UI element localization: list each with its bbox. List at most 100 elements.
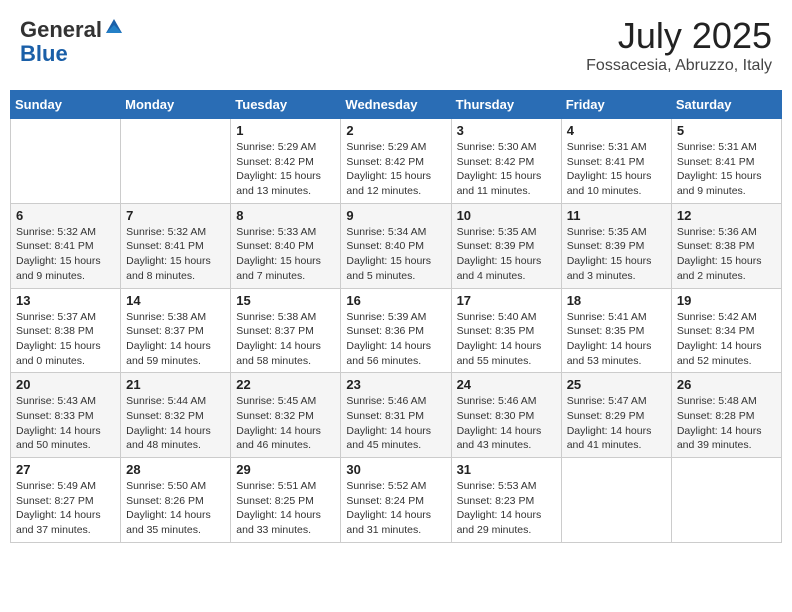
day-number: 17: [457, 293, 556, 308]
day-number: 4: [567, 123, 666, 138]
day-info: Sunrise: 5:40 AMSunset: 8:35 PMDaylight:…: [457, 310, 556, 369]
day-info: Sunrise: 5:49 AMSunset: 8:27 PMDaylight:…: [16, 479, 115, 538]
calendar-cell: [11, 119, 121, 204]
calendar-cell: 14 Sunrise: 5:38 AMSunset: 8:37 PMDayligh…: [121, 288, 231, 373]
day-number: 10: [457, 208, 556, 223]
day-info: Sunrise: 5:41 AMSunset: 8:35 PMDaylight:…: [567, 310, 666, 369]
day-number: 11: [567, 208, 666, 223]
calendar-cell: 4 Sunrise: 5:31 AMSunset: 8:41 PMDaylight…: [561, 119, 671, 204]
calendar-cell: 3Sunrise: 5:30 AMSunset: 8:42 PMDaylight…: [451, 119, 561, 204]
calendar-cell: 7Sunrise: 5:32 AMSunset: 8:41 PMDaylight…: [121, 203, 231, 288]
calendar-cell: 5Sunrise: 5:31 AMSunset: 8:41 PMDaylight…: [671, 119, 781, 204]
calendar-cell: 8 Sunrise: 5:33 AMSunset: 8:40 PMDaylight…: [231, 203, 341, 288]
day-number: 29: [236, 462, 335, 477]
calendar-cell: 1 Sunrise: 5:29 AMSunset: 8:42 PMDaylight…: [231, 119, 341, 204]
day-info: Sunrise: 5:31 AMSunset: 8:41 PMDaylight:…: [567, 140, 666, 199]
day-number: 30: [346, 462, 445, 477]
day-number: 19: [677, 293, 776, 308]
day-header-wednesday: Wednesday: [341, 91, 451, 119]
day-info: Sunrise: 5:29 AMSunset: 8:42 PMDaylight:…: [346, 140, 445, 199]
calendar-cell: 19Sunrise: 5:42 AMSunset: 8:34 PMDayligh…: [671, 288, 781, 373]
day-info: Sunrise: 5:33 AMSunset: 8:40 PMDaylight:…: [236, 225, 335, 284]
calendar-header-row: SundayMondayTuesdayWednesdayThursdayFrid…: [11, 91, 782, 119]
month-title: July 2025: [586, 15, 772, 57]
logo-general: General: [20, 17, 102, 42]
day-info: Sunrise: 5:47 AMSunset: 8:29 PMDaylight:…: [567, 394, 666, 453]
day-number: 1: [236, 123, 335, 138]
day-info: Sunrise: 5:48 AMSunset: 8:28 PMDaylight:…: [677, 394, 776, 453]
day-info: Sunrise: 5:36 AMSunset: 8:38 PMDaylight:…: [677, 225, 776, 284]
calendar-cell: [561, 458, 671, 543]
calendar-cell: 13 Sunrise: 5:37 AMSunset: 8:38 PMDayligh…: [11, 288, 121, 373]
day-info: Sunrise: 5:43 AMSunset: 8:33 PMDaylight:…: [16, 394, 115, 453]
day-number: 22: [236, 377, 335, 392]
day-number: 27: [16, 462, 115, 477]
logo: General Blue: [20, 15, 124, 66]
calendar-cell: 2 Sunrise: 5:29 AMSunset: 8:42 PMDaylight…: [341, 119, 451, 204]
day-number: 28: [126, 462, 225, 477]
day-header-sunday: Sunday: [11, 91, 121, 119]
day-info: Sunrise: 5:37 AMSunset: 8:38 PMDaylight:…: [16, 310, 115, 369]
calendar-cell: 26Sunrise: 5:48 AMSunset: 8:28 PMDayligh…: [671, 373, 781, 458]
logo-icon: [104, 15, 124, 37]
logo-blue: Blue: [20, 41, 68, 66]
day-header-thursday: Thursday: [451, 91, 561, 119]
calendar-week-2: 6Sunrise: 5:32 AMSunset: 8:41 PMDaylight…: [11, 203, 782, 288]
day-info: Sunrise: 5:34 AMSunset: 8:40 PMDaylight:…: [346, 225, 445, 284]
calendar-cell: 25 Sunrise: 5:47 AMSunset: 8:29 PMDayligh…: [561, 373, 671, 458]
day-number: 3: [457, 123, 556, 138]
calendar-week-4: 20 Sunrise: 5:43 AMSunset: 8:33 PMDayligh…: [11, 373, 782, 458]
day-info: Sunrise: 5:45 AMSunset: 8:32 PMDaylight:…: [236, 394, 335, 453]
calendar-body: 1 Sunrise: 5:29 AMSunset: 8:42 PMDaylight…: [11, 119, 782, 543]
day-info: Sunrise: 5:35 AMSunset: 8:39 PMDaylight:…: [457, 225, 556, 284]
calendar-cell: 9 Sunrise: 5:34 AMSunset: 8:40 PMDaylight…: [341, 203, 451, 288]
calendar-cell: 29 Sunrise: 5:51 AMSunset: 8:25 PMDayligh…: [231, 458, 341, 543]
day-number: 8: [236, 208, 335, 223]
day-number: 15: [236, 293, 335, 308]
calendar-cell: [121, 119, 231, 204]
day-number: 21: [126, 377, 225, 392]
day-info: Sunrise: 5:44 AMSunset: 8:32 PMDaylight:…: [126, 394, 225, 453]
calendar-cell: [671, 458, 781, 543]
calendar-table: SundayMondayTuesdayWednesdayThursdayFrid…: [10, 90, 782, 543]
calendar-cell: 17 Sunrise: 5:40 AMSunset: 8:35 PMDayligh…: [451, 288, 561, 373]
day-info: Sunrise: 5:52 AMSunset: 8:24 PMDaylight:…: [346, 479, 445, 538]
day-number: 31: [457, 462, 556, 477]
day-header-saturday: Saturday: [671, 91, 781, 119]
calendar-cell: 21 Sunrise: 5:44 AMSunset: 8:32 PMDayligh…: [121, 373, 231, 458]
day-number: 14: [126, 293, 225, 308]
day-number: 9: [346, 208, 445, 223]
calendar-week-3: 13 Sunrise: 5:37 AMSunset: 8:38 PMDayligh…: [11, 288, 782, 373]
day-number: 25: [567, 377, 666, 392]
calendar-cell: 11 Sunrise: 5:35 AMSunset: 8:39 PMDayligh…: [561, 203, 671, 288]
day-info: Sunrise: 5:38 AMSunset: 8:37 PMDaylight:…: [236, 310, 335, 369]
calendar-week-1: 1 Sunrise: 5:29 AMSunset: 8:42 PMDaylight…: [11, 119, 782, 204]
calendar-cell: 6Sunrise: 5:32 AMSunset: 8:41 PMDaylight…: [11, 203, 121, 288]
day-info: Sunrise: 5:53 AMSunset: 8:23 PMDaylight:…: [457, 479, 556, 538]
calendar-cell: 24Sunrise: 5:46 AMSunset: 8:30 PMDayligh…: [451, 373, 561, 458]
day-number: 2: [346, 123, 445, 138]
day-info: Sunrise: 5:46 AMSunset: 8:31 PMDaylight:…: [346, 394, 445, 453]
day-number: 20: [16, 377, 115, 392]
calendar-cell: 12 Sunrise: 5:36 AMSunset: 8:38 PMDayligh…: [671, 203, 781, 288]
day-info: Sunrise: 5:46 AMSunset: 8:30 PMDaylight:…: [457, 394, 556, 453]
calendar-cell: 30 Sunrise: 5:52 AMSunset: 8:24 PMDayligh…: [341, 458, 451, 543]
title-block: July 2025 Fossacesia, Abruzzo, Italy: [586, 15, 772, 75]
day-number: 13: [16, 293, 115, 308]
day-info: Sunrise: 5:50 AMSunset: 8:26 PMDaylight:…: [126, 479, 225, 538]
day-info: Sunrise: 5:32 AMSunset: 8:41 PMDaylight:…: [126, 225, 225, 284]
day-info: Sunrise: 5:39 AMSunset: 8:36 PMDaylight:…: [346, 310, 445, 369]
day-number: 23: [346, 377, 445, 392]
day-info: Sunrise: 5:51 AMSunset: 8:25 PMDaylight:…: [236, 479, 335, 538]
calendar-cell: 22 Sunrise: 5:45 AMSunset: 8:32 PMDayligh…: [231, 373, 341, 458]
location: Fossacesia, Abruzzo, Italy: [586, 57, 772, 75]
day-info: Sunrise: 5:29 AMSunset: 8:42 PMDaylight:…: [236, 140, 335, 199]
day-number: 12: [677, 208, 776, 223]
day-info: Sunrise: 5:35 AMSunset: 8:39 PMDaylight:…: [567, 225, 666, 284]
day-info: Sunrise: 5:38 AMSunset: 8:37 PMDaylight:…: [126, 310, 225, 369]
calendar-cell: 15 Sunrise: 5:38 AMSunset: 8:37 PMDayligh…: [231, 288, 341, 373]
day-number: 5: [677, 123, 776, 138]
calendar-cell: 23 Sunrise: 5:46 AMSunset: 8:31 PMDayligh…: [341, 373, 451, 458]
calendar-cell: 18Sunrise: 5:41 AMSunset: 8:35 PMDayligh…: [561, 288, 671, 373]
calendar-cell: 20 Sunrise: 5:43 AMSunset: 8:33 PMDayligh…: [11, 373, 121, 458]
